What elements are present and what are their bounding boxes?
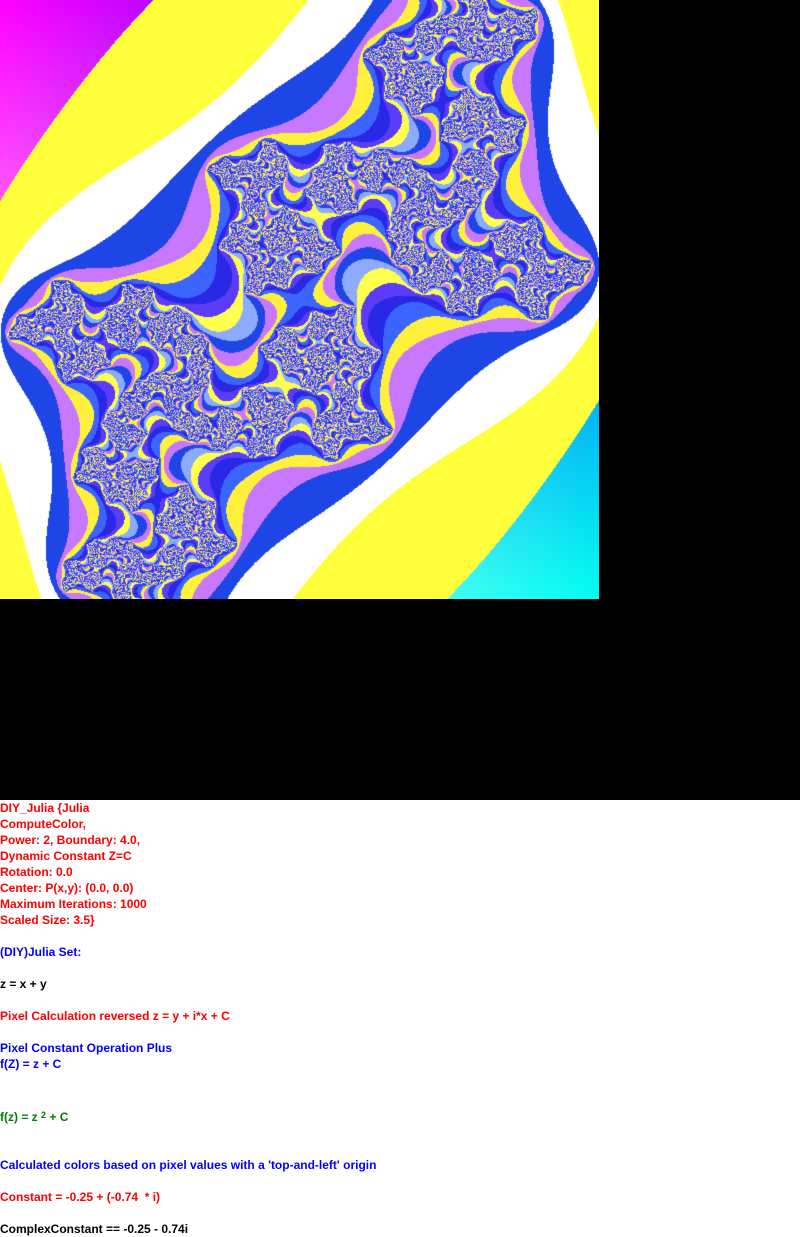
scaled-size-line: Scaled Size: 3.5} (0, 913, 95, 927)
pixel-calculation-line: Pixel Calculation reversed z = y + i*x +… (0, 1009, 230, 1023)
center-line: Center: P(x,y): (0.0, 0.0) (0, 881, 134, 895)
formula-prefix: f(z) = z (0, 1110, 41, 1124)
constant-line: Constant = -0.25 + (-0.74 * i) (0, 1190, 161, 1204)
color-origin-line: Calculated colors based on pixel values … (0, 1158, 377, 1172)
power-boundary-line: Power: 2, Boundary: 4.0, (0, 833, 141, 847)
fractal-viewport (0, 0, 800, 800)
pixel-constant-operation-line: Pixel Constant Operation Plus (0, 1041, 173, 1055)
max-iterations-line: Maximum Iterations: 1000 (0, 897, 147, 911)
dynamic-constant-line: Dynamic Constant Z=C (0, 849, 132, 863)
julia-set-heading: (DIY)Julia Set: (0, 945, 82, 959)
fz-plus-c-line: f(Z) = z + C (0, 1057, 62, 1071)
rotation-line: Rotation: 0.0 (0, 865, 73, 879)
formula-power: 2 (41, 1110, 47, 1120)
formula-suffix: + C (46, 1110, 69, 1124)
iteration-formula: f(z) = z 2 + C (0, 1109, 68, 1126)
compute-color-line: ComputeColor, (0, 817, 86, 831)
julia-set-image (0, 0, 599, 599)
formula-header-line: DIY_Julia {Julia (0, 801, 90, 815)
fractal-parameters-panel: DIY_Julia {Julia ComputeColor, Power: 2,… (0, 800, 800, 1237)
z-definition-line: z = x + y (0, 977, 47, 991)
complex-constant-line: ComplexConstant == -0.25 - 0.74i (0, 1222, 189, 1236)
